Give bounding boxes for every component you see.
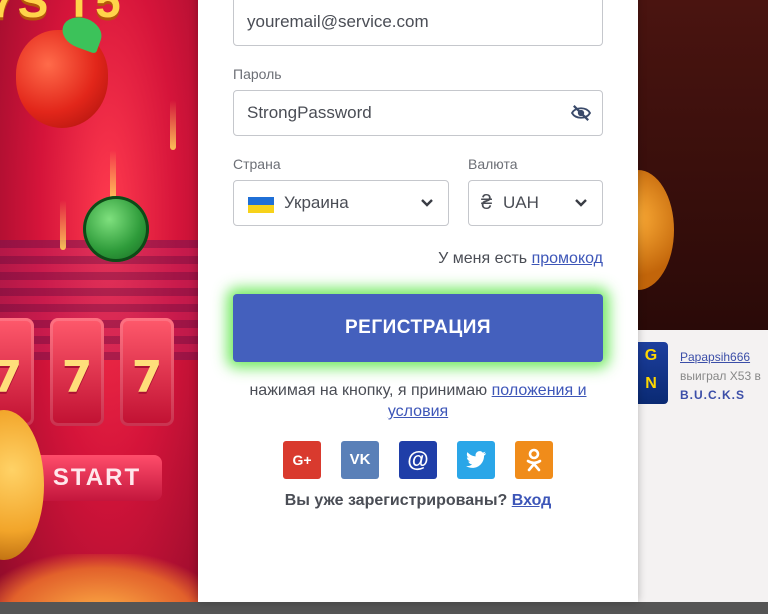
game-card-background — [638, 0, 768, 330]
recent-winner-item[interactable]: GN Papapsih666 выиграл X53 в B.U.C.K.S — [634, 330, 768, 614]
footer-strip — [0, 602, 768, 614]
twitter-icon — [466, 451, 486, 468]
watermelon-icon — [83, 196, 149, 262]
mailru-button[interactable]: @ — [399, 441, 437, 479]
slot-start-label: START — [32, 455, 162, 501]
vk-button[interactable]: VK — [341, 441, 379, 479]
promo-prefix: У меня есть — [438, 250, 528, 267]
email-field[interactable]: youremail@service.com — [233, 0, 603, 46]
password-field[interactable]: StrongPassword — [233, 90, 603, 136]
social-login-row: G+ VK @ — [283, 441, 563, 481]
mascot-character — [0, 410, 44, 560]
register-button[interactable]: РЕГИСТРАЦИЯ — [233, 294, 603, 362]
promo-headline: 7S T5 — [0, 0, 123, 27]
terms-prefix: нажимая на кнопку, я принимаю — [249, 382, 488, 399]
currency-label: Валюта — [468, 156, 518, 172]
mail-icon: @ — [407, 447, 429, 472]
game-thumbnail[interactable]: GN — [634, 342, 668, 404]
ua-flag-icon — [248, 197, 274, 213]
chevron-down-icon — [575, 199, 587, 207]
already-registered-text: Вы уже зарегистрированы? — [284, 492, 508, 509]
email-value: youremail@service.com — [247, 12, 429, 31]
vk-icon: VK — [349, 451, 371, 468]
winner-game-link[interactable]: B.U.C.K.S — [680, 388, 745, 402]
flare — [60, 200, 66, 250]
winner-text: выиграл X53 в — [680, 369, 761, 383]
promo-banner-left: 7S T5 7 7 7 START — [0, 0, 198, 614]
eye-slash-icon[interactable] — [570, 104, 592, 122]
promo-code-link[interactable]: промокод — [532, 250, 603, 267]
password-label: Пароль — [233, 66, 282, 82]
login-link[interactable]: Вход — [512, 492, 552, 509]
hryvnia-icon: ₴ — [481, 192, 493, 214]
strawberry-icon — [16, 30, 108, 128]
currency-value: UAH — [503, 193, 539, 212]
country-select[interactable]: Украина — [233, 180, 449, 226]
winner-username-link[interactable]: Papapsih666 — [680, 350, 750, 364]
flare — [170, 100, 176, 150]
google-plus-button[interactable]: G+ — [283, 441, 321, 479]
promo-code-line: У меня есть промокод — [438, 250, 603, 268]
chevron-down-icon — [421, 199, 433, 207]
odnoklassniki-icon — [526, 448, 542, 472]
slot-reel: 7 — [50, 318, 104, 426]
slot-reel: 7 — [120, 318, 174, 426]
password-value: StrongPassword — [247, 103, 372, 122]
currency-select[interactable]: ₴ UAH — [468, 180, 603, 226]
odnoklassniki-button[interactable] — [515, 441, 553, 479]
registration-modal: youremail@service.com Пароль StrongPassw… — [198, 0, 638, 602]
flare — [110, 150, 116, 200]
country-value: Украина — [284, 193, 349, 212]
google-plus-icon: G+ — [292, 452, 312, 468]
country-label: Страна — [233, 156, 281, 172]
terms-text: нажимая на кнопку, я принимаю положения … — [228, 380, 608, 422]
twitter-button[interactable] — [457, 441, 495, 479]
login-line: Вы уже зарегистрированы? Вход — [228, 492, 608, 510]
